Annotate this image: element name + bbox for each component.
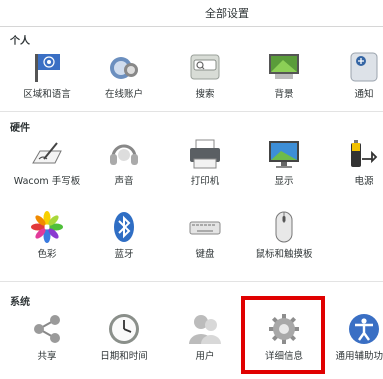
color-icon <box>30 210 64 244</box>
settings-item-background[interactable]: 背景 <box>241 50 327 114</box>
settings-item-details[interactable]: 详细信息 <box>241 312 327 376</box>
settings-item-label: 鼠标和触摸板 <box>255 249 313 260</box>
settings-item-sound[interactable]: 声音 <box>81 137 167 201</box>
settings-item-region[interactable]: 区域和语言 <box>4 50 90 114</box>
settings-item-share[interactable]: 共享 <box>4 312 90 376</box>
display-icon <box>267 137 301 171</box>
window-title: 全部设置 <box>205 7 249 20</box>
settings-item-accessibility[interactable]: 通用辅助功能 <box>321 312 383 376</box>
settings-item-label: 背景 <box>274 89 294 100</box>
settings-item-label: 搜索 <box>195 89 215 100</box>
settings-item-keyboard[interactable]: 键盘 <box>162 210 248 274</box>
settings-item-label: 打印机 <box>190 176 220 187</box>
sound-headset-icon <box>107 137 141 171</box>
section-label-hardware: 硬件 <box>10 123 30 134</box>
settings-item-mouse[interactable]: 鼠标和触摸板 <box>241 210 327 274</box>
settings-item-label: 区域和语言 <box>23 89 71 100</box>
wacom-tablet-icon <box>30 137 64 171</box>
gear-icon <box>267 312 301 346</box>
settings-item-notifications[interactable]: 通知 <box>321 50 383 114</box>
settings-item-users[interactable]: 用户 <box>162 312 248 376</box>
mouse-icon <box>267 210 301 244</box>
header-bar: 全部设置 <box>0 0 383 27</box>
printer-icon <box>188 137 222 171</box>
settings-item-label: 蓝牙 <box>114 249 134 260</box>
settings-item-bluetooth[interactable]: 蓝牙 <box>81 210 167 274</box>
online-accounts-icon <box>107 50 141 84</box>
settings-item-label: 电源 <box>354 176 374 187</box>
settings-item-label: 在线账户 <box>104 89 143 100</box>
settings-item-search[interactable]: 搜索 <box>162 50 248 114</box>
settings-item-label: Wacom 手写板 <box>13 176 81 187</box>
power-icon <box>347 137 381 171</box>
settings-item-label: 日期和时间 <box>100 351 148 362</box>
settings-item-label: 色彩 <box>37 249 57 260</box>
section-separator <box>0 281 383 282</box>
section-separator <box>0 111 383 112</box>
settings-item-label: 通用辅助功能 <box>335 351 383 362</box>
section-label-personal: 个人 <box>10 36 30 47</box>
region-flag-icon <box>30 50 64 84</box>
settings-item-label: 用户 <box>195 351 215 362</box>
users-icon <box>188 312 222 346</box>
search-icon <box>188 50 222 84</box>
accessibility-icon <box>347 312 381 346</box>
settings-item-color[interactable]: 色彩 <box>4 210 90 274</box>
section-label-system: 系统 <box>10 297 30 308</box>
notifications-icon <box>347 50 381 84</box>
settings-item-label: 共享 <box>37 351 57 362</box>
settings-item-wacom[interactable]: Wacom 手写板 <box>4 137 90 201</box>
settings-item-label: 声音 <box>114 176 134 187</box>
background-icon <box>267 50 301 84</box>
clock-icon <box>107 312 141 346</box>
settings-item-label: 键盘 <box>195 249 215 260</box>
settings-item-label: 显示 <box>274 176 294 187</box>
settings-item-online-accounts[interactable]: 在线账户 <box>81 50 167 114</box>
settings-item-printer[interactable]: 打印机 <box>162 137 248 201</box>
settings-item-datetime[interactable]: 日期和时间 <box>81 312 167 376</box>
settings-item-display[interactable]: 显示 <box>241 137 327 201</box>
keyboard-icon <box>188 210 222 244</box>
bluetooth-icon <box>107 210 141 244</box>
settings-item-label: 通知 <box>354 89 374 100</box>
settings-item-power[interactable]: 电源 <box>321 137 383 201</box>
settings-item-label: 详细信息 <box>264 351 303 362</box>
share-icon <box>30 312 64 346</box>
